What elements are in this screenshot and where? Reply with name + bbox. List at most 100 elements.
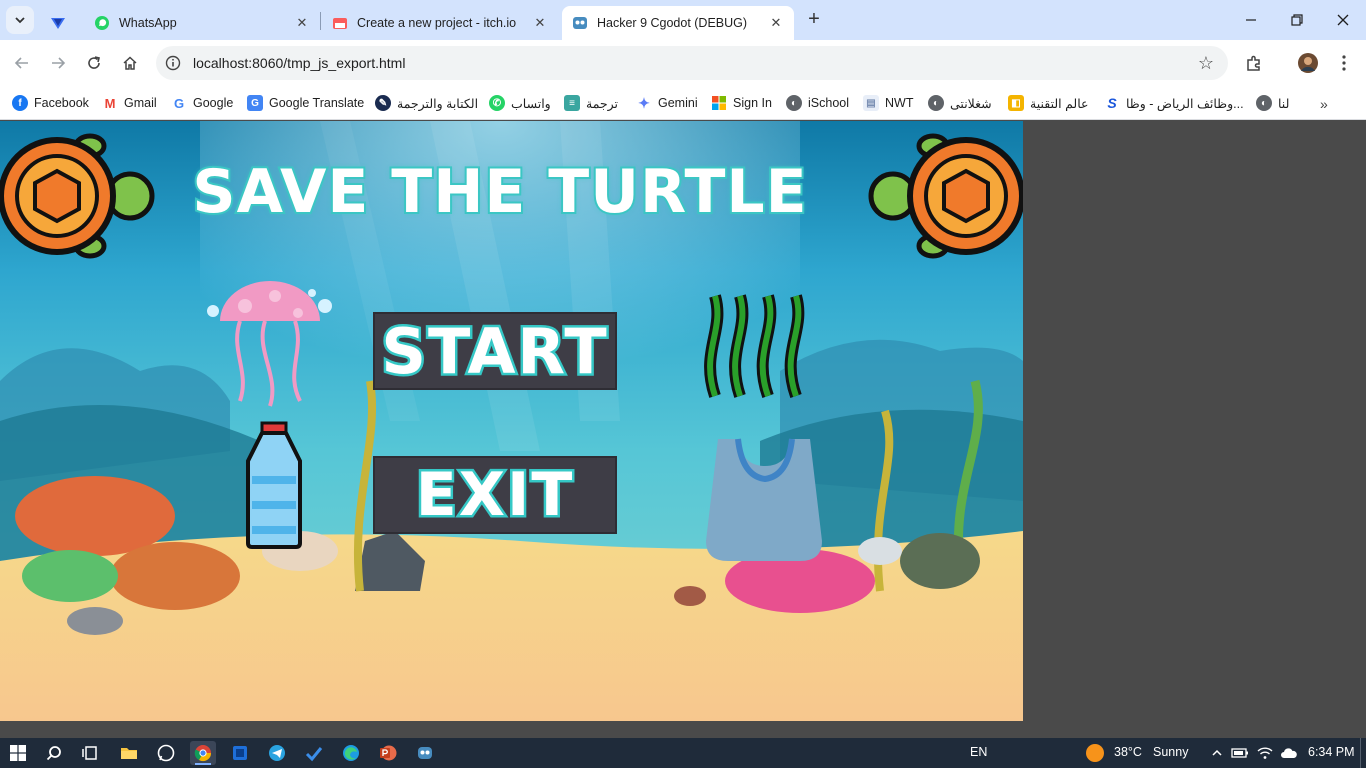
taskbar-file-explorer[interactable] bbox=[116, 741, 142, 765]
taskbar-search[interactable] bbox=[41, 741, 67, 765]
bookmark-lana[interactable]: ◐ لنا bbox=[1256, 92, 1289, 114]
bookmark-gemini[interactable]: ✦ Gemini bbox=[636, 92, 697, 114]
tech-icon: ◧ bbox=[1008, 95, 1024, 111]
godot-icon bbox=[418, 747, 432, 759]
bookmark-nwt[interactable]: ▤ NWT bbox=[863, 92, 913, 114]
language-indicator[interactable]: EN bbox=[970, 745, 987, 759]
bookmark-translation[interactable]: ≡ ترجمة bbox=[564, 92, 618, 114]
windows-taskbar: EN 38°C Sunny 6:34 PM bbox=[0, 738, 1366, 768]
tab-whatsapp[interactable]: WhatsApp ✕ bbox=[84, 6, 320, 40]
puzzle-icon bbox=[1247, 55, 1260, 71]
new-tab-button[interactable]: + bbox=[802, 8, 826, 32]
restore-button[interactable] bbox=[1274, 0, 1320, 40]
bookmark-tech-world[interactable]: ◧ عالم التقنية bbox=[1008, 92, 1089, 114]
taskbar-powerpoint[interactable] bbox=[375, 741, 401, 765]
arrow-right-icon bbox=[52, 57, 66, 69]
weather-widget[interactable] bbox=[1082, 741, 1108, 765]
app-window-icon bbox=[233, 746, 247, 760]
globe-icon: ◐ bbox=[1256, 95, 1272, 111]
bookmark-facebook[interactable]: f Facebook bbox=[12, 92, 89, 114]
chevron-up-icon bbox=[1212, 749, 1222, 756]
taskbar-telegram[interactable] bbox=[264, 741, 290, 765]
folder-icon bbox=[121, 748, 137, 759]
book-icon: ≡ bbox=[564, 95, 580, 111]
taskbar-app-blue[interactable] bbox=[227, 741, 253, 765]
reload-button[interactable] bbox=[80, 49, 108, 77]
tab-title: Hacker 9 Cgodot (DEBUG) bbox=[597, 16, 748, 30]
more-bookmarks-button[interactable]: » bbox=[1320, 96, 1328, 112]
close-window-button[interactable] bbox=[1320, 0, 1366, 40]
start-menu-button[interactable] bbox=[5, 741, 31, 765]
s-icon: S bbox=[1107, 95, 1117, 111]
tab-itchio[interactable]: Create a new project - itch.io ✕ bbox=[322, 6, 558, 40]
taskbar-edge[interactable] bbox=[338, 741, 364, 765]
exit-button-label: EXIT bbox=[413, 458, 575, 533]
bookmark-google[interactable]: G Google bbox=[171, 92, 233, 114]
address-bar[interactable]: localhost:8060/tmp_js_export.html ☆ bbox=[156, 46, 1228, 80]
onedrive-indicator[interactable] bbox=[1276, 741, 1302, 765]
minimize-button[interactable] bbox=[1228, 0, 1274, 40]
proton-vpn-icon bbox=[50, 15, 66, 31]
powerpoint-icon bbox=[380, 745, 397, 761]
bookmark-label: Facebook bbox=[34, 96, 89, 110]
bookmark-shoghlanty[interactable]: ◐ شغلانتى bbox=[928, 92, 992, 114]
start-button[interactable]: START bbox=[373, 312, 617, 390]
menu-button[interactable] bbox=[1330, 49, 1358, 77]
battery-indicator[interactable] bbox=[1227, 741, 1253, 765]
writing-icon: ✎ bbox=[375, 95, 391, 111]
taskbar-godot[interactable] bbox=[412, 741, 438, 765]
reload-icon bbox=[88, 56, 100, 69]
wifi-indicator[interactable] bbox=[1252, 741, 1278, 765]
search-icon bbox=[46, 746, 61, 761]
taskbar-todo[interactable] bbox=[301, 741, 327, 765]
arrow-left-icon bbox=[14, 57, 28, 69]
profile-avatar[interactable] bbox=[1294, 49, 1322, 77]
clock[interactable]: 6:34 PM bbox=[1308, 745, 1355, 759]
whatsapp-icon: ✆ bbox=[489, 95, 505, 111]
bookmark-whatsapp[interactable]: ✆ واتساب bbox=[489, 92, 551, 114]
sun-icon bbox=[1086, 744, 1104, 762]
bookmark-label: عالم التقنية bbox=[1030, 96, 1089, 111]
tab-proton[interactable] bbox=[40, 6, 80, 40]
extensions-button[interactable] bbox=[1240, 49, 1268, 77]
itchio-icon bbox=[332, 15, 348, 31]
tab-title: WhatsApp bbox=[119, 16, 177, 30]
info-icon[interactable] bbox=[165, 55, 181, 71]
bookmark-gmail[interactable]: M Gmail bbox=[102, 92, 157, 114]
close-icon[interactable]: ✕ bbox=[532, 15, 548, 31]
close-icon[interactable]: ✕ bbox=[294, 15, 310, 31]
bookmark-ischool[interactable]: ◐ iSchool bbox=[786, 92, 849, 114]
task-view-button[interactable] bbox=[77, 741, 103, 765]
bookmark-label: NWT bbox=[885, 96, 914, 110]
bookmark-label: iSchool bbox=[808, 96, 849, 110]
chrome-icon bbox=[194, 745, 212, 762]
globe-icon: ◐ bbox=[786, 95, 802, 111]
show-desktop-button[interactable] bbox=[1360, 738, 1366, 768]
microsoft-icon bbox=[711, 95, 727, 111]
url-text[interactable]: localhost:8060/tmp_js_export.html bbox=[193, 55, 405, 71]
game-canvas[interactable]: SAVE THE TURTLE START EXIT bbox=[0, 121, 1023, 721]
google-icon: G bbox=[173, 95, 185, 111]
whatsapp-icon bbox=[94, 15, 110, 31]
bookmark-label: لنا bbox=[1278, 96, 1290, 111]
exit-button[interactable]: EXIT bbox=[373, 456, 617, 534]
tab-godot[interactable]: Hacker 9 Cgodot (DEBUG) ✕ bbox=[562, 6, 794, 40]
bookmark-label: Sign In bbox=[733, 96, 772, 110]
bookmark-google-translate[interactable]: G Google Translate bbox=[247, 92, 364, 114]
minimize-icon bbox=[1246, 19, 1256, 21]
forward-button[interactable] bbox=[44, 49, 72, 77]
close-icon[interactable]: ✕ bbox=[768, 15, 784, 31]
bookmark-label: الكتابة والترجمة bbox=[397, 96, 479, 111]
restore-icon bbox=[1291, 14, 1303, 26]
bookmark-riyadh-jobs[interactable]: S وظائف الرياض - وظا... bbox=[1104, 92, 1243, 114]
bookmark-sign-in[interactable]: Sign In bbox=[711, 92, 772, 114]
taskbar-whatsapp[interactable] bbox=[153, 741, 179, 765]
tab-search-button[interactable] bbox=[6, 6, 34, 34]
back-button[interactable] bbox=[8, 49, 36, 77]
bookmark-star-icon[interactable]: ☆ bbox=[1198, 53, 1214, 74]
home-button[interactable] bbox=[116, 49, 144, 77]
bookmark-label: ترجمة bbox=[586, 96, 619, 111]
taskbar-chrome[interactable] bbox=[190, 741, 216, 765]
chevron-down-icon bbox=[15, 17, 25, 24]
bookmark-writing[interactable]: ✎ الكتابة والترجمة bbox=[375, 92, 478, 114]
